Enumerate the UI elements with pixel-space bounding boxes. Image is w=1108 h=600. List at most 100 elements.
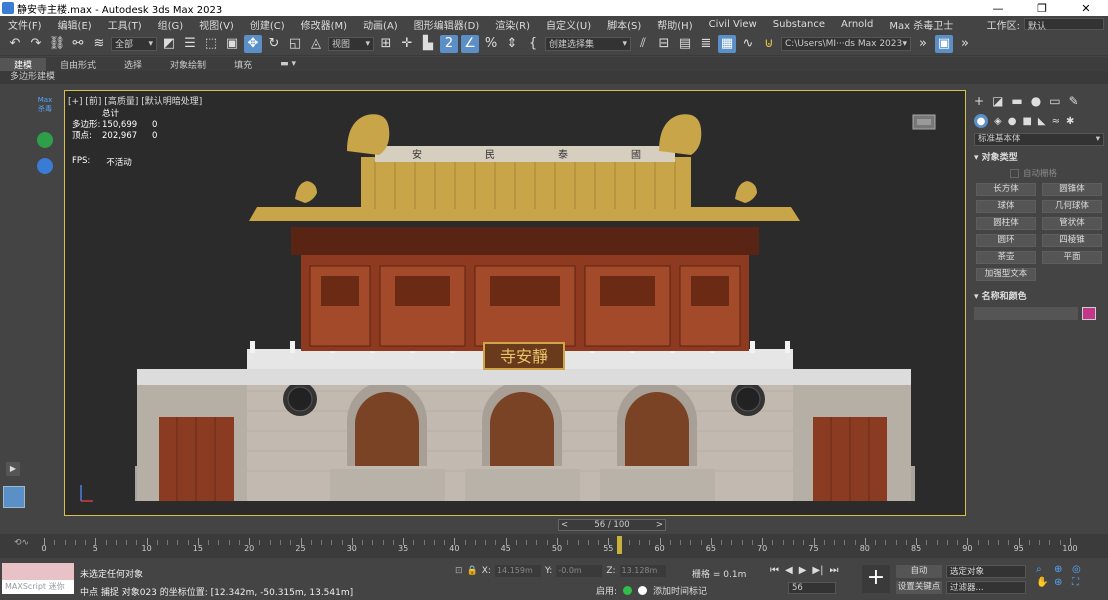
maxscript-listener[interactable]: MAXScript 迷你 bbox=[2, 563, 74, 596]
menu-customize[interactable]: 自定义(U) bbox=[538, 17, 599, 32]
window-crossing-icon[interactable]: ▣ bbox=[223, 35, 241, 53]
zoom-all-icon[interactable]: ⊕ bbox=[1054, 564, 1070, 575]
go-start-icon[interactable]: ⏮ bbox=[770, 565, 779, 576]
tab-freeform[interactable]: 自由形式 bbox=[46, 58, 110, 71]
project-path-dropdown[interactable]: C:\Users\MI···ds Max 2023 ▾ bbox=[781, 36, 911, 51]
helpers-icon[interactable]: ◣ bbox=[1038, 116, 1046, 127]
viewport-label[interactable]: [+] [前] [高质量] [默认明暗处理] bbox=[68, 94, 202, 107]
menu-graph-editors[interactable]: 图形编辑器(D) bbox=[406, 17, 488, 32]
cone-button[interactable]: 圆锥体 bbox=[1042, 183, 1102, 196]
track-bar[interactable]: ⟲∿ 0 5 10 15 20 25 30 35 40 45 50 55 60 65 70 75 80 85 90 9… bbox=[0, 534, 1108, 558]
create-tab-icon[interactable]: + bbox=[974, 94, 984, 108]
minimize-button[interactable]: — bbox=[976, 2, 1020, 15]
menu-scripting[interactable]: 脚本(S) bbox=[599, 17, 649, 32]
viewcube-icon[interactable] bbox=[911, 111, 937, 133]
key-mode-icon[interactable]: + bbox=[862, 565, 890, 593]
unlink-icon[interactable]: ⚯ bbox=[69, 35, 87, 53]
menu-max-antivirus[interactable]: Max 杀毒卫士 bbox=[881, 17, 961, 32]
scale-icon[interactable]: ◱ bbox=[286, 35, 304, 53]
tab-selection[interactable]: 选择 bbox=[110, 58, 156, 71]
key-filter-dropdown[interactable]: 选定对象 bbox=[946, 565, 1026, 578]
prev-frame-icon[interactable]: ◀ bbox=[785, 565, 793, 576]
rollout-name-color[interactable]: ▾ 名称和颜色 bbox=[974, 289, 1104, 302]
pyramid-button[interactable]: 四棱锥 bbox=[1042, 234, 1102, 247]
link-icon[interactable]: ⛓ bbox=[48, 35, 66, 53]
menu-edit[interactable]: 编辑(E) bbox=[50, 17, 100, 32]
reference-coord-dropdown[interactable]: 视图 ▾ bbox=[328, 36, 374, 51]
select-by-name-icon[interactable]: ☰ bbox=[181, 35, 199, 53]
redo-icon[interactable]: ↷ bbox=[27, 35, 45, 53]
maximize-button[interactable]: ❐ bbox=[1020, 2, 1064, 15]
percent-snap-icon[interactable]: % bbox=[482, 35, 500, 53]
pan-icon[interactable]: ✋ bbox=[1036, 577, 1052, 588]
viewport-layout-icon[interactable] bbox=[3, 486, 25, 508]
select-object-icon[interactable]: ◩ bbox=[160, 35, 178, 53]
geosphere-button[interactable]: 几何球体 bbox=[1042, 200, 1102, 213]
place-icon[interactable]: ◬ bbox=[307, 35, 325, 53]
tab-object-paint[interactable]: 对象绘制 bbox=[156, 58, 220, 71]
selection-lock-icon[interactable]: ✛ bbox=[398, 35, 416, 53]
set-key-button[interactable]: 设置关键点 bbox=[896, 581, 942, 594]
max-antivirus-badge[interactable]: Max 杀毒 bbox=[34, 96, 56, 114]
more-tools-icon[interactable]: » bbox=[914, 35, 932, 53]
frame-ruler[interactable]: 0 5 10 15 20 25 30 35 40 45 50 55 60 65 70 75 80 85 90 95 10… bbox=[41, 534, 1078, 558]
z-field[interactable]: 13.128m bbox=[619, 565, 666, 577]
lock-icon[interactable]: 🔒 bbox=[467, 566, 478, 576]
menu-rendering[interactable]: 渲染(R) bbox=[487, 17, 538, 32]
menu-group[interactable]: 组(G) bbox=[150, 17, 192, 32]
menu-civil-view[interactable]: Civil View bbox=[701, 19, 765, 30]
current-frame-field[interactable]: 56 bbox=[788, 582, 836, 594]
menu-modifiers[interactable]: 修改器(M) bbox=[293, 17, 355, 32]
tab-modeling[interactable]: 建模 bbox=[0, 57, 47, 71]
tab-populate[interactable]: 填充 bbox=[220, 58, 266, 71]
box-button[interactable]: 长方体 bbox=[976, 183, 1036, 196]
spacewarps-icon[interactable]: ≈ bbox=[1052, 116, 1060, 127]
torus-button[interactable]: 圆环 bbox=[976, 234, 1036, 247]
geometry-icon[interactable]: ● bbox=[974, 114, 988, 128]
cylinder-button[interactable]: 圆柱体 bbox=[976, 217, 1036, 230]
curve-editor-icon[interactable]: ∿ bbox=[739, 35, 757, 53]
selection-filter-dropdown[interactable]: 全部 ▾ bbox=[111, 36, 157, 51]
zoom-extents-icon[interactable]: ◎ bbox=[1072, 564, 1088, 575]
menu-create[interactable]: 创建(C) bbox=[242, 17, 293, 32]
object-color-swatch[interactable] bbox=[1082, 307, 1096, 320]
expand-icon[interactable]: » bbox=[956, 35, 974, 53]
play-icon[interactable]: ▶ bbox=[799, 565, 807, 576]
align-icon[interactable]: ⊟ bbox=[655, 35, 673, 53]
menu-tools[interactable]: 工具(T) bbox=[100, 17, 150, 32]
pivot-icon[interactable]: ⊞ bbox=[377, 35, 395, 53]
ribbon-toggle-icon[interactable]: ▦ bbox=[718, 34, 736, 53]
playhead[interactable] bbox=[616, 536, 622, 554]
edit-named-selection-icon[interactable]: { bbox=[524, 35, 542, 53]
plane-button[interactable]: 平面 bbox=[1042, 251, 1102, 264]
shapes-icon[interactable]: ◈ bbox=[994, 116, 1002, 127]
spinner-snap-icon[interactable]: ⇕ bbox=[503, 35, 521, 53]
rollout-object-type[interactable]: ▾ 对象类型 bbox=[974, 150, 1104, 163]
auto-key-button[interactable]: 自动 bbox=[896, 565, 942, 578]
modify-tab-icon[interactable]: ◪ bbox=[992, 94, 1003, 108]
time-slider[interactable]: <56 / 100 > bbox=[558, 519, 666, 531]
move-icon[interactable]: ✥ bbox=[244, 34, 262, 53]
enable-on-icon[interactable] bbox=[623, 586, 633, 595]
category-dropdown[interactable]: 标准基本体 ▾ bbox=[974, 133, 1104, 146]
display-tab-icon[interactable]: ▭ bbox=[1049, 94, 1060, 108]
next-frame-icon[interactable]: ▶| bbox=[812, 565, 823, 576]
shield-icon[interactable] bbox=[37, 158, 53, 174]
ribbon-options-icon[interactable]: ▬ ▾ bbox=[266, 59, 310, 69]
zoom-icon[interactable]: ⌕ bbox=[1036, 564, 1052, 575]
menu-views[interactable]: 视图(V) bbox=[191, 17, 242, 32]
mirror-icon[interactable]: ⫽ bbox=[634, 35, 652, 53]
filters-button[interactable]: 过滤器... bbox=[946, 581, 1026, 594]
textplus-button[interactable]: 加强型文本 bbox=[976, 268, 1036, 281]
close-button[interactable]: ✕ bbox=[1064, 2, 1108, 15]
maximize-viewport-icon[interactable]: ⛶ bbox=[1072, 577, 1088, 588]
layer-explorer-icon[interactable]: ≣ bbox=[697, 35, 715, 53]
angle-snap-icon[interactable]: ∠ bbox=[461, 34, 479, 53]
curve-editor-mini-icon[interactable]: ⟲∿ bbox=[14, 538, 29, 548]
keyboard-shortcut-icon[interactable]: ▙ bbox=[419, 35, 437, 53]
viewport-front[interactable]: 寺安靜 安 民 泰 國 [+] [前] [高质量] [默认明暗处理] 总计 多边 bbox=[64, 90, 966, 516]
menu-animation[interactable]: 动画(A) bbox=[355, 17, 406, 32]
sphere-button[interactable]: 球体 bbox=[976, 200, 1036, 213]
tube-button[interactable]: 管状体 bbox=[1042, 217, 1102, 230]
menu-help[interactable]: 帮助(H) bbox=[649, 17, 700, 32]
